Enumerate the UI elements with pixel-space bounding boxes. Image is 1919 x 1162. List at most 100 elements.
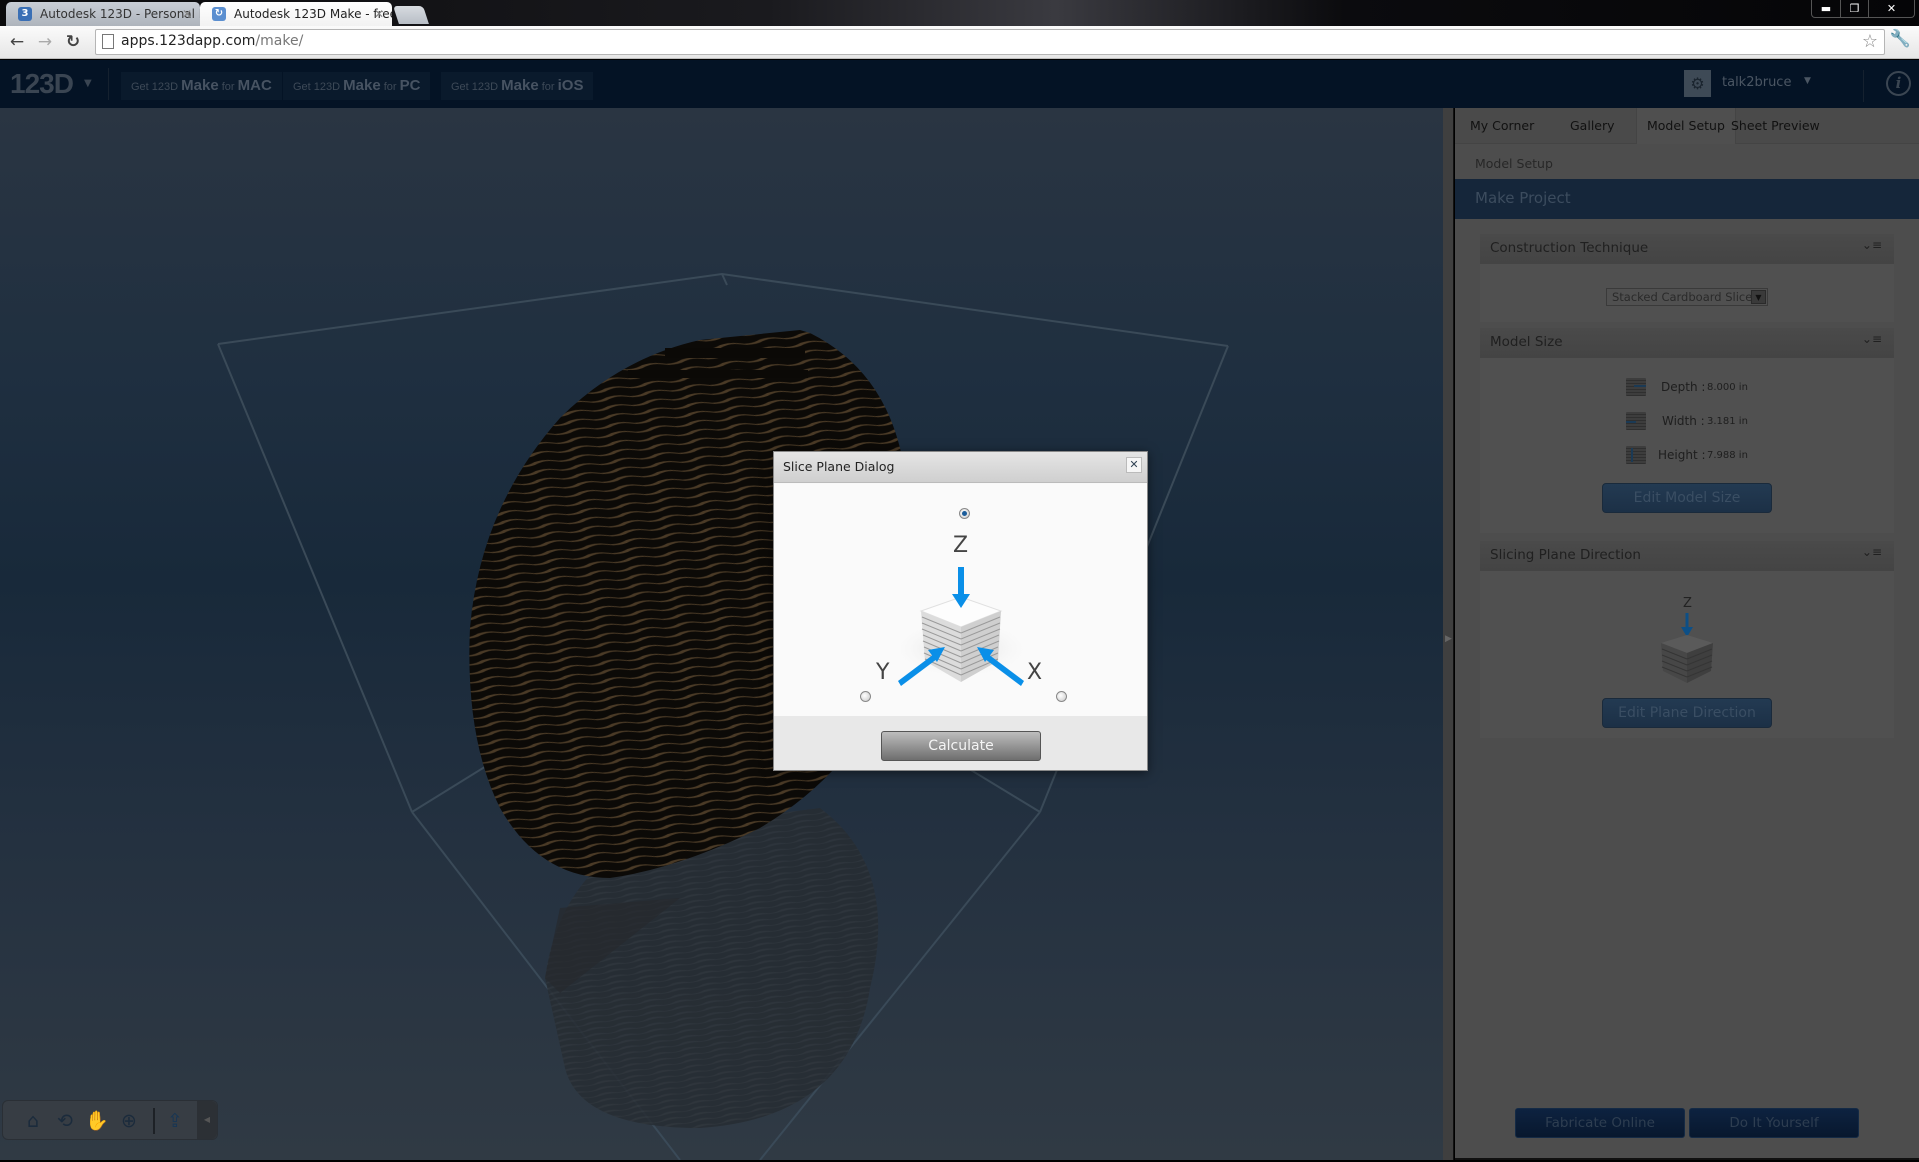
get-make-pc-button[interactable]: Get 123D Make for PC xyxy=(283,72,431,100)
slicing-direction-icon xyxy=(1661,613,1713,683)
axis-label: Z xyxy=(1683,596,1692,611)
get-make-ios-button[interactable]: Get 123D Make for iOS xyxy=(441,72,594,100)
user-menu[interactable]: ⚙ talk2bruce ▼ xyxy=(1684,70,1819,98)
slice-plane-dialog: Slice Plane Dialog ✕ Z Y X Calculate xyxy=(773,451,1148,771)
height-value: 7.988 in xyxy=(1707,450,1748,461)
forward-button[interactable]: → xyxy=(34,31,56,53)
construction-technique-select[interactable]: Stacked Cardboard Slices ▼ xyxy=(1606,288,1768,306)
close-tab-icon[interactable]: ✕ xyxy=(182,2,192,26)
wrench-menu-icon[interactable]: 🔧 xyxy=(1890,29,1911,49)
edit-model-size-button[interactable]: Edit Model Size xyxy=(1602,483,1772,513)
orbit-icon[interactable]: ⟲ xyxy=(53,1109,77,1133)
view-toolbar: ⌂ ⟲ ✋ ⊕ ⇪ ◀ xyxy=(2,1100,218,1140)
dialog-header[interactable]: Slice Plane Dialog ✕ xyxy=(774,452,1147,483)
chevron-down-icon[interactable]: ▼ xyxy=(1751,290,1766,304)
page-icon xyxy=(102,34,114,49)
minimize-button[interactable]: ▬ xyxy=(1812,0,1840,17)
divider xyxy=(1863,70,1864,102)
button-platform: PC xyxy=(399,77,421,94)
window-controls: ▬ ❐ ✕ xyxy=(1811,0,1915,18)
zoom-icon[interactable]: ⊕ xyxy=(117,1109,141,1133)
slicing-plane-section: Slicing Plane Direction ⌄≡ Z Edit Plane … xyxy=(1480,541,1894,738)
section-title: Slicing Plane Direction xyxy=(1490,547,1641,563)
button-platform: iOS xyxy=(557,77,584,94)
url-path: /make/ xyxy=(255,33,304,49)
browser-toolbar: ← → ↻ apps.123dapp.com/make/ ☆ 🔧 xyxy=(0,26,1919,59)
section-header[interactable]: Construction Technique ⌄≡ xyxy=(1480,234,1894,264)
tab-my-corner[interactable]: My Corner xyxy=(1470,118,1534,133)
browser-tab-strip: 3 Autodesk 123D - Personal F ✕ ↻ Autodes… xyxy=(0,0,1919,26)
3d-viewport[interactable]: ⌂ ⟲ ✋ ⊕ ⇪ ◀ xyxy=(0,108,1443,1160)
width-icon xyxy=(1626,412,1646,430)
close-tab-icon[interactable]: ✕ xyxy=(374,2,384,26)
url-host: apps.123dapp.com xyxy=(121,33,256,49)
home-view-icon[interactable]: ⌂ xyxy=(21,1109,45,1133)
bookmark-star-icon[interactable]: ☆ xyxy=(1862,31,1878,52)
collapse-menu-icon[interactable]: ⌄≡ xyxy=(1862,332,1882,346)
get-make-mac-button[interactable]: Get 123D Make for MAC xyxy=(121,72,282,100)
button-text: for xyxy=(538,81,558,93)
divider xyxy=(153,1108,155,1134)
model-size-section: Model Size ⌄≡ Depth : 8.000 in Width : 3… xyxy=(1480,328,1894,533)
edit-plane-direction-button[interactable]: Edit Plane Direction xyxy=(1602,698,1772,728)
panel-tabs: My Corner Gallery Model Setup Sheet Prev… xyxy=(1455,108,1919,144)
back-button[interactable]: ← xyxy=(6,31,28,53)
depth-value: 8.000 in xyxy=(1707,382,1748,393)
button-text: Get 123D xyxy=(293,81,344,93)
depth-label: Depth : xyxy=(1661,380,1706,394)
tab-model-setup[interactable]: Model Setup xyxy=(1636,108,1736,144)
button-text-bold: Make xyxy=(181,77,219,94)
expand-arrow-icon[interactable]: ▶ xyxy=(1445,634,1452,644)
depth-icon xyxy=(1626,378,1646,396)
collapse-toolbar-button[interactable]: ◀ xyxy=(197,1101,217,1139)
tab-sheet-preview[interactable]: Sheet Preview xyxy=(1731,118,1820,133)
panel-splitter[interactable]: ▶ xyxy=(1443,108,1454,1160)
scene xyxy=(217,272,1229,1160)
app-header: 123D ▼ Get 123D Make for MAC Get 123D Ma… xyxy=(0,60,1919,108)
tab-gallery[interactable]: Gallery xyxy=(1570,118,1615,133)
z-arrow-shaft xyxy=(958,567,964,597)
close-icon[interactable]: ✕ xyxy=(1126,457,1142,473)
do-it-yourself-button[interactable]: Do It Yourself xyxy=(1689,1108,1859,1138)
chevron-down-icon[interactable]: ▼ xyxy=(84,78,92,89)
screen: 3 Autodesk 123D - Personal F ✕ ↻ Autodes… xyxy=(0,0,1919,1162)
height-label: Height : xyxy=(1658,448,1706,462)
button-text: Get 123D xyxy=(451,81,502,93)
username[interactable]: talk2bruce xyxy=(1722,75,1791,90)
dialog-title: Slice Plane Dialog xyxy=(783,459,895,474)
pan-hand-icon[interactable]: ✋ xyxy=(85,1109,109,1133)
reload-button[interactable]: ↻ xyxy=(62,31,84,53)
axis-diagram xyxy=(891,567,1031,686)
tab-title: Autodesk 123D Make - free xyxy=(234,7,392,21)
divider xyxy=(1455,1158,1919,1160)
info-icon[interactable]: i xyxy=(1886,71,1911,96)
avatar[interactable]: ⚙ xyxy=(1684,70,1711,97)
button-platform: MAC xyxy=(237,77,272,94)
restore-button[interactable]: ❐ xyxy=(1840,0,1868,17)
123d-logo-icon: 3 xyxy=(18,7,32,21)
collapse-menu-icon[interactable]: ⌄≡ xyxy=(1862,545,1882,559)
button-text-bold: Make xyxy=(343,77,381,94)
section-header[interactable]: Slicing Plane Direction ⌄≡ xyxy=(1480,541,1894,571)
button-text-bold: Make xyxy=(501,77,539,94)
button-text: Get 123D xyxy=(131,81,182,93)
new-tab-button[interactable] xyxy=(393,6,429,24)
calculate-button[interactable]: Calculate xyxy=(881,731,1041,761)
tab-title: Autodesk 123D - Personal F xyxy=(40,7,200,21)
button-text: for xyxy=(380,81,400,93)
breadcrumb: Model Setup xyxy=(1475,156,1553,171)
address-bar[interactable]: apps.123dapp.com/make/ ☆ xyxy=(95,29,1885,55)
fabricate-online-button[interactable]: Fabricate Online xyxy=(1515,1108,1685,1138)
section-header[interactable]: Model Size ⌄≡ xyxy=(1480,328,1894,358)
123d-logo[interactable]: 123D xyxy=(10,68,74,100)
make-project-header: Make Project xyxy=(1455,179,1919,219)
export-share-icon[interactable]: ⇪ xyxy=(163,1109,187,1133)
height-icon xyxy=(1626,446,1646,464)
browser-tab-123d-make[interactable]: ↻ Autodesk 123D Make - free ✕ xyxy=(200,2,392,26)
collapse-menu-icon[interactable]: ⌄≡ xyxy=(1862,238,1882,252)
chevron-down-icon[interactable]: ▼ xyxy=(1804,76,1811,86)
browser-tab-123d-personal[interactable]: 3 Autodesk 123D - Personal F ✕ xyxy=(6,2,200,26)
select-value: Stacked Cardboard Slices xyxy=(1612,290,1759,304)
url-text[interactable]: apps.123dapp.com/make/ xyxy=(121,33,303,49)
close-window-button[interactable]: ✕ xyxy=(1868,0,1914,17)
